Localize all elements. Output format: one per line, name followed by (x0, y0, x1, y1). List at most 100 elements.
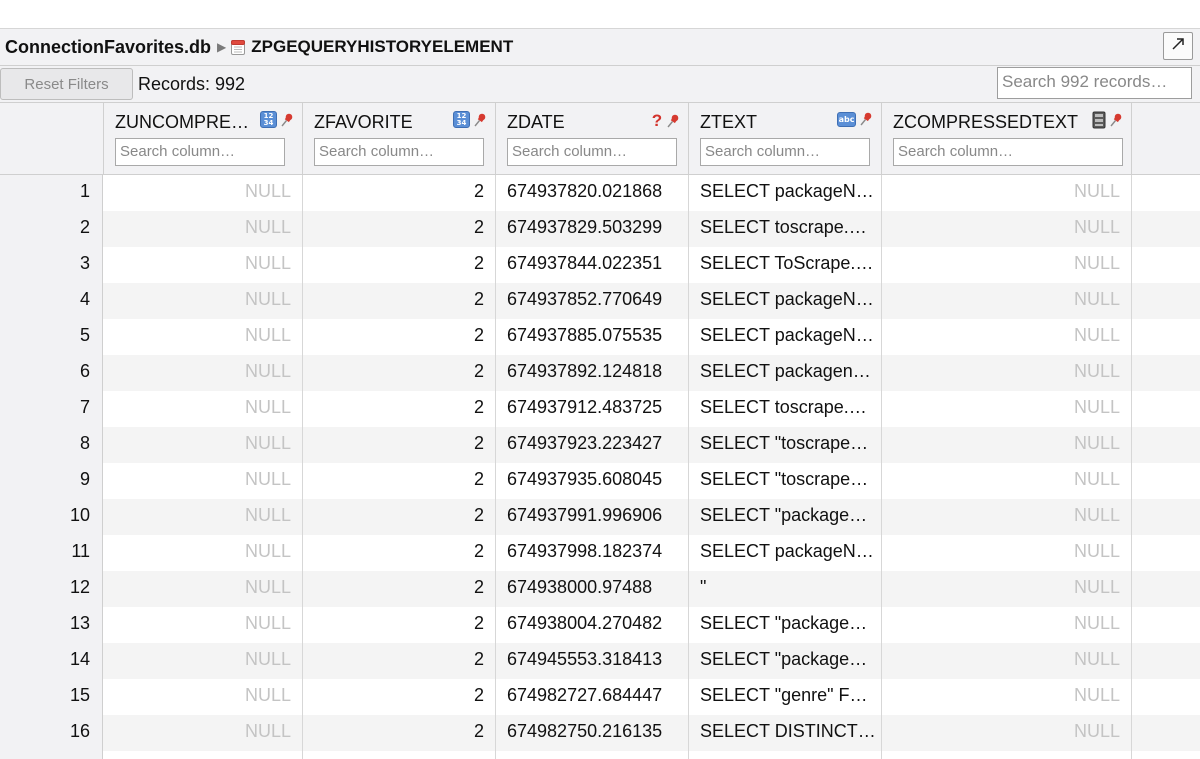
table-cell[interactable]: NULL (882, 211, 1132, 247)
table-cell[interactable]: 2 (303, 319, 496, 355)
table-cell[interactable]: " (689, 571, 882, 607)
table-cell[interactable]: SELECT packageN… (689, 283, 882, 319)
table-cell[interactable]: NULL (882, 679, 1132, 715)
table-cell[interactable] (689, 751, 882, 759)
column-search-input[interactable]: Search column… (893, 138, 1123, 166)
table-cell[interactable]: 674937998.182374 (496, 535, 689, 571)
table-cell[interactable]: 674937820.021868 (496, 175, 689, 211)
table-cell[interactable]: SELECT "package… (689, 643, 882, 679)
column-name[interactable]: ZCOMPRESSEDTEXT (893, 112, 1078, 133)
pin-icon[interactable] (666, 113, 680, 129)
column-search-input[interactable]: Search column… (314, 138, 484, 166)
table-row[interactable]: 17NULL2NULL (0, 751, 1200, 759)
table-cell[interactable]: 2 (303, 463, 496, 499)
table-row[interactable]: 1 NULL 2 674937820.021868 SELECT packageN… NU… (0, 175, 1200, 211)
table-row[interactable]: 6 NULL 2 674937892.124818 SELECT packagen… NU… (0, 355, 1200, 391)
table-cell[interactable]: 2 (303, 571, 496, 607)
row-number[interactable]: 9 (0, 463, 103, 499)
row-number[interactable]: 1 (0, 175, 103, 211)
table-cell[interactable]: SELECT "toscrape… (689, 427, 882, 463)
table-cell[interactable]: NULL (104, 607, 303, 643)
table-cell[interactable]: 674937935.608045 (496, 463, 689, 499)
table-cell[interactable]: 674937844.022351 (496, 247, 689, 283)
table-cell[interactable]: SELECT "toscrape… (689, 463, 882, 499)
table-cell[interactable]: NULL (882, 463, 1132, 499)
table-cell[interactable]: NULL (104, 391, 303, 427)
table-cell[interactable]: NULL (882, 751, 1132, 759)
table-row[interactable]: 13 NULL 2 674938004.270482 SELECT "package… N… (0, 607, 1200, 643)
table-cell[interactable]: 2 (303, 391, 496, 427)
pin-icon[interactable] (280, 112, 294, 128)
table-cell[interactable]: 674937852.770649 (496, 283, 689, 319)
table-cell[interactable]: NULL (104, 571, 303, 607)
table-cell[interactable]: NULL (882, 427, 1132, 463)
table-cell[interactable]: 2 (303, 679, 496, 715)
table-cell[interactable]: NULL (882, 319, 1132, 355)
table-row[interactable]: 10 NULL 2 674937991.996906 SELECT "package… N… (0, 499, 1200, 535)
row-number[interactable]: 5 (0, 319, 103, 355)
table-cell[interactable]: 2 (303, 715, 496, 751)
table-cell[interactable]: NULL (104, 499, 303, 535)
table-row[interactable]: 9 NULL 2 674937935.608045 SELECT "toscrape… N… (0, 463, 1200, 499)
table-cell[interactable]: 2 (303, 211, 496, 247)
table-row[interactable]: 14 NULL 2 674945553.318413 SELECT "package… N… (0, 643, 1200, 679)
column-header[interactable]: ZFAVORITE 12 34 Search column… (303, 103, 496, 174)
table-row[interactable]: 16 NULL 2 674982750.216135 SELECT DISTINCT… N… (0, 715, 1200, 751)
expand-button[interactable] (1163, 32, 1193, 60)
row-number[interactable]: 10 (0, 499, 103, 535)
table-row[interactable]: 3 NULL 2 674937844.022351 SELECT ToScrape.… N… (0, 247, 1200, 283)
records-search-input[interactable]: Search 992 records… (997, 67, 1192, 99)
pin-icon[interactable] (859, 111, 873, 127)
table-cell[interactable]: SELECT packageN… (689, 319, 882, 355)
table-cell[interactable]: NULL (882, 175, 1132, 211)
row-number[interactable]: 11 (0, 535, 103, 571)
row-number[interactable]: 15 (0, 679, 103, 715)
table-cell[interactable]: 2 (303, 247, 496, 283)
table-cell[interactable]: 2 (303, 751, 496, 759)
table-cell[interactable]: 674937829.503299 (496, 211, 689, 247)
table-row[interactable]: 11 NULL 2 674937998.182374 SELECT packageN… N… (0, 535, 1200, 571)
table-cell[interactable] (496, 751, 689, 759)
column-header[interactable]: ZTEXT abc Search column… (689, 103, 882, 174)
table-cell[interactable]: 674937991.996906 (496, 499, 689, 535)
table-cell[interactable]: NULL (882, 355, 1132, 391)
table-cell[interactable]: 2 (303, 175, 496, 211)
table-cell[interactable]: SELECT ToScrape.… (689, 247, 882, 283)
table-cell[interactable]: NULL (882, 247, 1132, 283)
table-cell[interactable]: SELECT packageN… (689, 175, 882, 211)
table-cell[interactable]: NULL (882, 715, 1132, 751)
table-row[interactable]: 15 NULL 2 674982727.684447 SELECT "genre" F…… (0, 679, 1200, 715)
table-cell[interactable]: SELECT toscrape.… (689, 391, 882, 427)
row-number[interactable]: 16 (0, 715, 103, 751)
column-name[interactable]: ZTEXT (700, 112, 757, 133)
row-number[interactable]: 6 (0, 355, 103, 391)
table-cell[interactable]: SELECT DISTINCT… (689, 715, 882, 751)
table-cell[interactable]: NULL (104, 535, 303, 571)
table-cell[interactable]: NULL (104, 715, 303, 751)
column-name[interactable]: ZDATE (507, 112, 565, 133)
breadcrumb-database[interactable]: ConnectionFavorites.db (5, 37, 211, 58)
table-cell[interactable]: NULL (104, 283, 303, 319)
reset-filters-button[interactable]: Reset Filters (0, 68, 133, 100)
table-row[interactable]: 4 NULL 2 674937852.770649 SELECT packageN… NU… (0, 283, 1200, 319)
row-number[interactable]: 8 (0, 427, 103, 463)
column-header[interactable]: ZUNCOMPRE… 12 34 Search column… (104, 103, 303, 174)
table-cell[interactable]: NULL (882, 391, 1132, 427)
table-cell[interactable]: 674937885.075535 (496, 319, 689, 355)
table-cell[interactable]: NULL (882, 607, 1132, 643)
column-search-input[interactable]: Search column… (115, 138, 285, 166)
table-cell[interactable]: SELECT "package… (689, 607, 882, 643)
table-cell[interactable]: NULL (104, 463, 303, 499)
column-search-input[interactable]: Search column… (700, 138, 870, 166)
row-number[interactable]: 4 (0, 283, 103, 319)
row-number[interactable]: 13 (0, 607, 103, 643)
table-cell[interactable]: NULL (882, 571, 1132, 607)
table-cell[interactable]: NULL (104, 355, 303, 391)
row-number[interactable]: 12 (0, 571, 103, 607)
table-cell[interactable]: 674938000.97488 (496, 571, 689, 607)
row-number[interactable]: 14 (0, 643, 103, 679)
table-cell[interactable]: 674938004.270482 (496, 607, 689, 643)
table-cell[interactable]: 674945553.318413 (496, 643, 689, 679)
table-cell[interactable]: NULL (104, 247, 303, 283)
row-number[interactable]: 7 (0, 391, 103, 427)
